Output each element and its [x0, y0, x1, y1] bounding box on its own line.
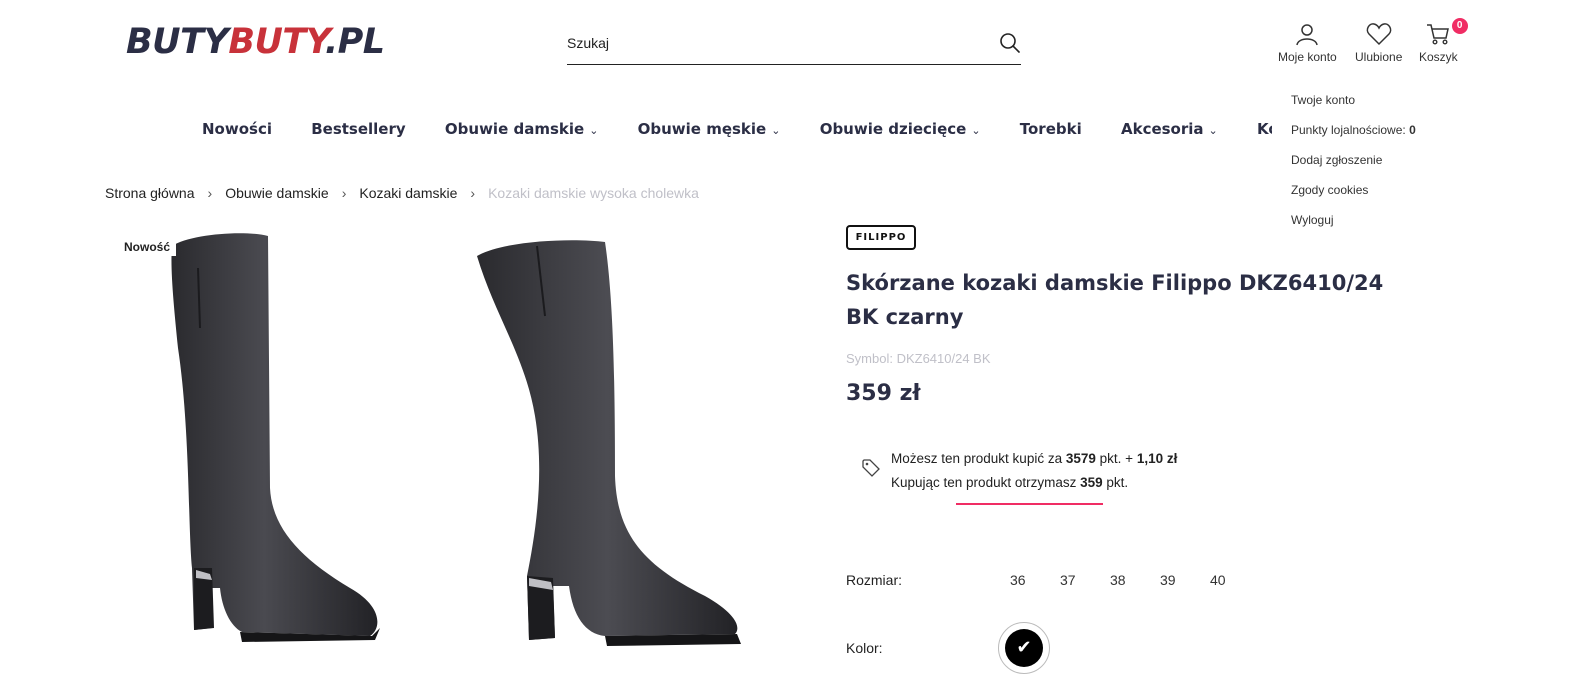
nav-item-men-shoes[interactable]: Obuwie męskie ⌄: [638, 120, 781, 138]
size-option[interactable]: 40: [1210, 572, 1260, 588]
chevron-down-icon: ⌄: [1208, 124, 1218, 137]
chevron-down-icon: ⌄: [589, 124, 599, 137]
nav-label: Bestsellery: [311, 120, 406, 138]
site-logo[interactable]: BUTYBUTY.PL: [126, 22, 385, 62]
user-icon: [1296, 24, 1319, 46]
logo-part-1: BUTY: [126, 22, 229, 62]
nav-label: Obuwie damskie: [444, 120, 585, 138]
chevron-down-icon: ⌄: [971, 124, 981, 137]
check-icon: ✔: [1005, 629, 1043, 667]
loyalty-points-label: Punkty lojalnościowe:: [1291, 123, 1406, 137]
accent-divider: [956, 503, 1103, 505]
menu-item-cookies[interactable]: Zgody cookies: [1291, 182, 1416, 212]
logo-part-2: BUTY: [228, 22, 325, 62]
product-symbol: Symbol: DKZ6410/24 BK: [846, 351, 991, 366]
chevron-right-icon: ›: [207, 185, 213, 201]
logo-part-3: .PL: [324, 22, 385, 62]
nav-label: Obuwie męskie: [637, 120, 767, 138]
points-earn-line: Kupując ten produkt otrzymasz 359 pkt.: [891, 471, 1177, 495]
cart-count-badge: 0: [1451, 18, 1468, 34]
points-text: pkt.: [1106, 475, 1129, 490]
menu-item-loyalty-points[interactable]: Punkty lojalnościowe: 0: [1291, 122, 1416, 152]
wishlist-label: Ulubione: [1355, 50, 1403, 64]
chevron-right-icon: ›: [341, 185, 347, 201]
chevron-right-icon: ›: [470, 185, 476, 201]
search-bar: [567, 28, 1021, 65]
color-swatch-black[interactable]: ✔: [998, 622, 1050, 674]
nav-item-kids-shoes[interactable]: Obuwie dziecięce ⌄: [820, 120, 981, 138]
search-input[interactable]: [567, 28, 987, 58]
cart-label: Koszyk: [1419, 50, 1458, 64]
size-option[interactable]: 37: [1060, 572, 1110, 588]
cart-button[interactable]: Koszyk 0: [1419, 18, 1468, 64]
breadcrumb-current: Kozaki damskie wysoka cholewka: [488, 185, 699, 201]
breadcrumb-home[interactable]: Strona główna: [105, 185, 195, 201]
loyalty-points-info: Możesz ten produkt kupić za 3579 pkt. + …: [862, 447, 1177, 495]
nav-item-bestsellers[interactable]: Bestsellery: [311, 120, 405, 138]
nav-item-accessories[interactable]: Akcesoria ⌄: [1121, 120, 1218, 138]
nav-label: Akcesoria: [1120, 120, 1204, 138]
points-text: pkt. +: [1099, 451, 1134, 466]
search-icon[interactable]: [999, 32, 1021, 54]
product-price: 359 zł: [846, 381, 921, 406]
nav-item-new[interactable]: Nowości: [202, 120, 272, 138]
nav-label: Nowości: [202, 120, 272, 138]
size-selector: 36 37 38 39 40: [1010, 572, 1260, 588]
heart-icon: [1366, 23, 1392, 46]
new-badge: Nowość: [118, 238, 177, 256]
size-label: Rozmiar:: [846, 572, 903, 588]
points-earned: 359: [1080, 475, 1103, 490]
size-option[interactable]: 38: [1110, 572, 1160, 588]
tag-icon: [862, 459, 880, 477]
size-option[interactable]: 36: [1010, 572, 1060, 588]
menu-item-account[interactable]: Twoje konto: [1291, 92, 1416, 122]
nav-label: Kolekcja jesie: [1256, 120, 1272, 138]
product-image-2[interactable]: [465, 236, 755, 656]
points-buy-line: Możesz ten produkt kupić za 3579 pkt. + …: [891, 447, 1177, 471]
cart-icon: [1427, 24, 1450, 45]
brand-logo[interactable]: FILIPPO: [846, 225, 916, 250]
chevron-down-icon: ⌄: [771, 124, 781, 137]
main-nav: Nowości Bestsellery Obuwie damskie ⌄ Obuw…: [202, 120, 1272, 142]
nav-item-women-shoes[interactable]: Obuwie damskie ⌄: [445, 120, 599, 138]
color-label: Kolor:: [846, 640, 883, 656]
account-button[interactable]: Moje konto: [1278, 22, 1337, 64]
nav-item-bags[interactable]: Torebki: [1020, 120, 1082, 138]
breadcrumb: Strona główna › Obuwie damskie › Kozaki dams…: [105, 185, 699, 201]
loyalty-points-value: 0: [1409, 123, 1416, 137]
nav-item-autumn-collection[interactable]: Kolekcja jesie: [1257, 120, 1272, 138]
points-cost: 3579: [1065, 451, 1096, 466]
breadcrumb-women-shoes[interactable]: Obuwie damskie: [225, 185, 329, 201]
nav-label: Torebki: [1019, 120, 1082, 138]
account-label: Moje konto: [1278, 50, 1337, 64]
points-text: Możesz ten produkt kupić za: [891, 451, 1063, 466]
wishlist-button[interactable]: Ulubione: [1355, 22, 1402, 64]
size-option[interactable]: 39: [1160, 572, 1210, 588]
menu-item-add-request[interactable]: Dodaj zgłoszenie: [1291, 152, 1416, 182]
points-text: Kupując ten produkt otrzymasz: [891, 475, 1077, 490]
breadcrumb-boots[interactable]: Kozaki damskie: [359, 185, 457, 201]
product-title: Skórzane kozaki damskie Filippo DKZ6410/…: [846, 271, 1384, 329]
cash-cost: 1,10 zł: [1136, 451, 1178, 466]
account-dropdown: Twoje konto Punkty lojalnościowe: 0 Doda…: [1291, 92, 1416, 242]
nav-label: Obuwie dziecięce: [819, 120, 967, 138]
menu-item-logout[interactable]: Wyloguj: [1291, 212, 1416, 242]
product-image-1[interactable]: [150, 228, 400, 668]
